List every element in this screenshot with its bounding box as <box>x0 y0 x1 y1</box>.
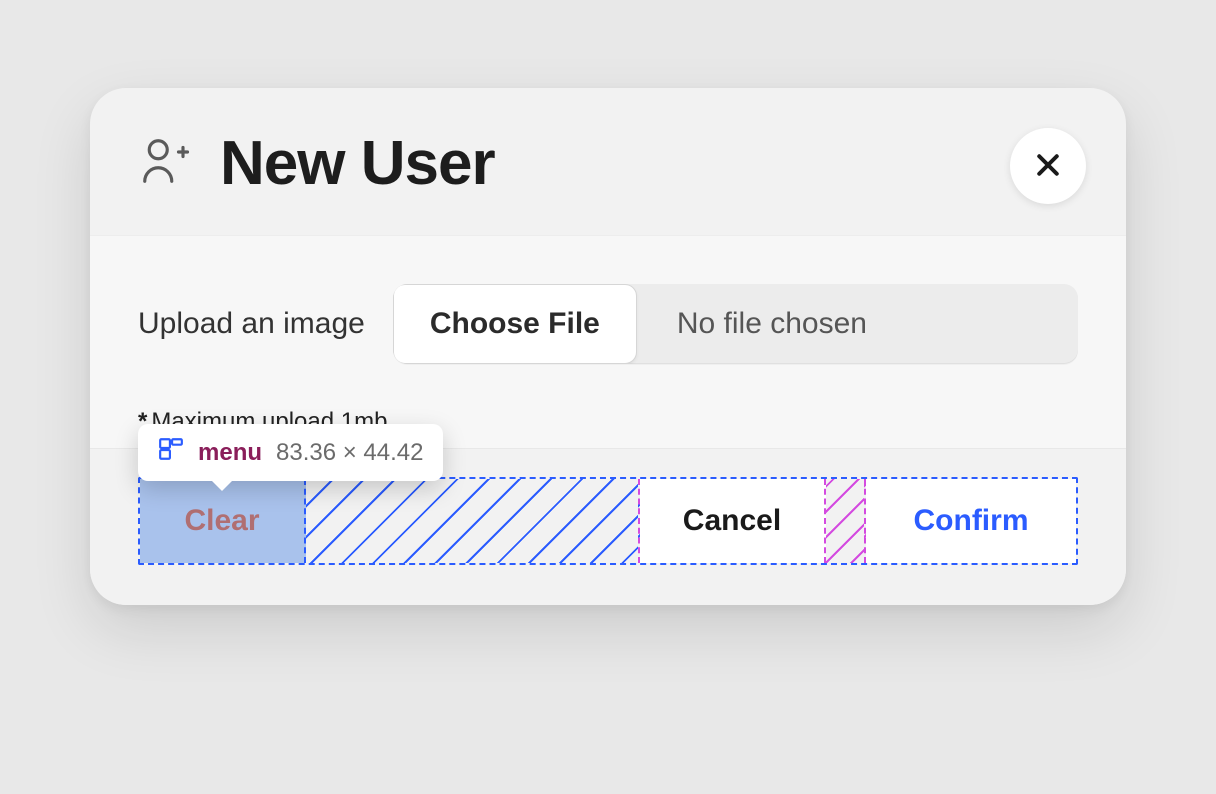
file-input[interactable]: Choose File No file chosen <box>393 284 1078 364</box>
footer-flex-container: Clear Cancel Confirm <box>138 477 1078 565</box>
new-user-dialog: New User Upload an image Choose File No … <box>90 88 1126 605</box>
cancel-button[interactable]: Cancel <box>640 479 826 563</box>
file-status-text: No file chosen <box>637 284 1078 364</box>
flex-spacer <box>306 479 640 563</box>
dialog-header: New User <box>90 88 1126 235</box>
choose-file-button[interactable]: Choose File <box>393 284 637 364</box>
inspector-dimensions: 83.36 × 44.42 <box>276 439 423 467</box>
dialog-body: Upload an image Choose File No file chos… <box>90 235 1126 448</box>
upload-row: Upload an image Choose File No file chos… <box>138 284 1078 364</box>
flex-gap <box>826 479 866 563</box>
dialog-title: New User <box>220 128 495 199</box>
inspector-element-name: menu <box>198 439 262 467</box>
clear-button[interactable]: Clear <box>140 479 306 563</box>
flex-layout-icon <box>158 436 184 469</box>
devtools-inspector-tooltip: menu 83.36 × 44.42 <box>138 424 443 481</box>
close-icon <box>1033 150 1063 183</box>
user-plus-icon <box>138 134 192 193</box>
upload-label: Upload an image <box>138 307 365 341</box>
confirm-button[interactable]: Confirm <box>866 479 1076 563</box>
close-button[interactable] <box>1010 128 1086 204</box>
